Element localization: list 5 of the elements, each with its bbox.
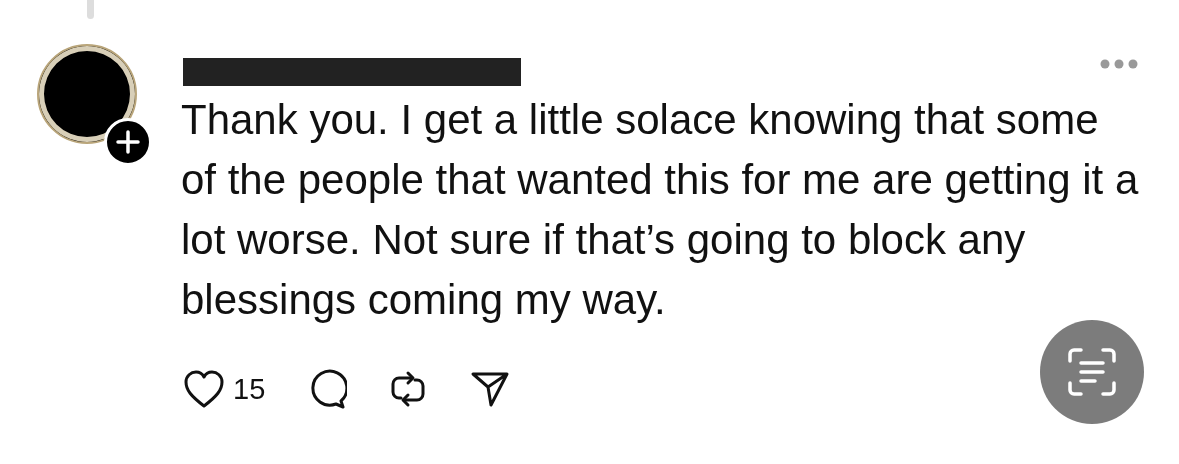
scan-text-icon [1066, 346, 1118, 398]
post-text: Thank you. I get a little solace knowing that some of the people that wanted this for me are getting it a lot worse. Not sure if that’s going to block any blessings coming my way. [181, 95, 1140, 325]
heart-icon[interactable] [183, 369, 225, 409]
more-icon[interactable] [1100, 59, 1138, 69]
like-count: 15 [233, 372, 266, 406]
